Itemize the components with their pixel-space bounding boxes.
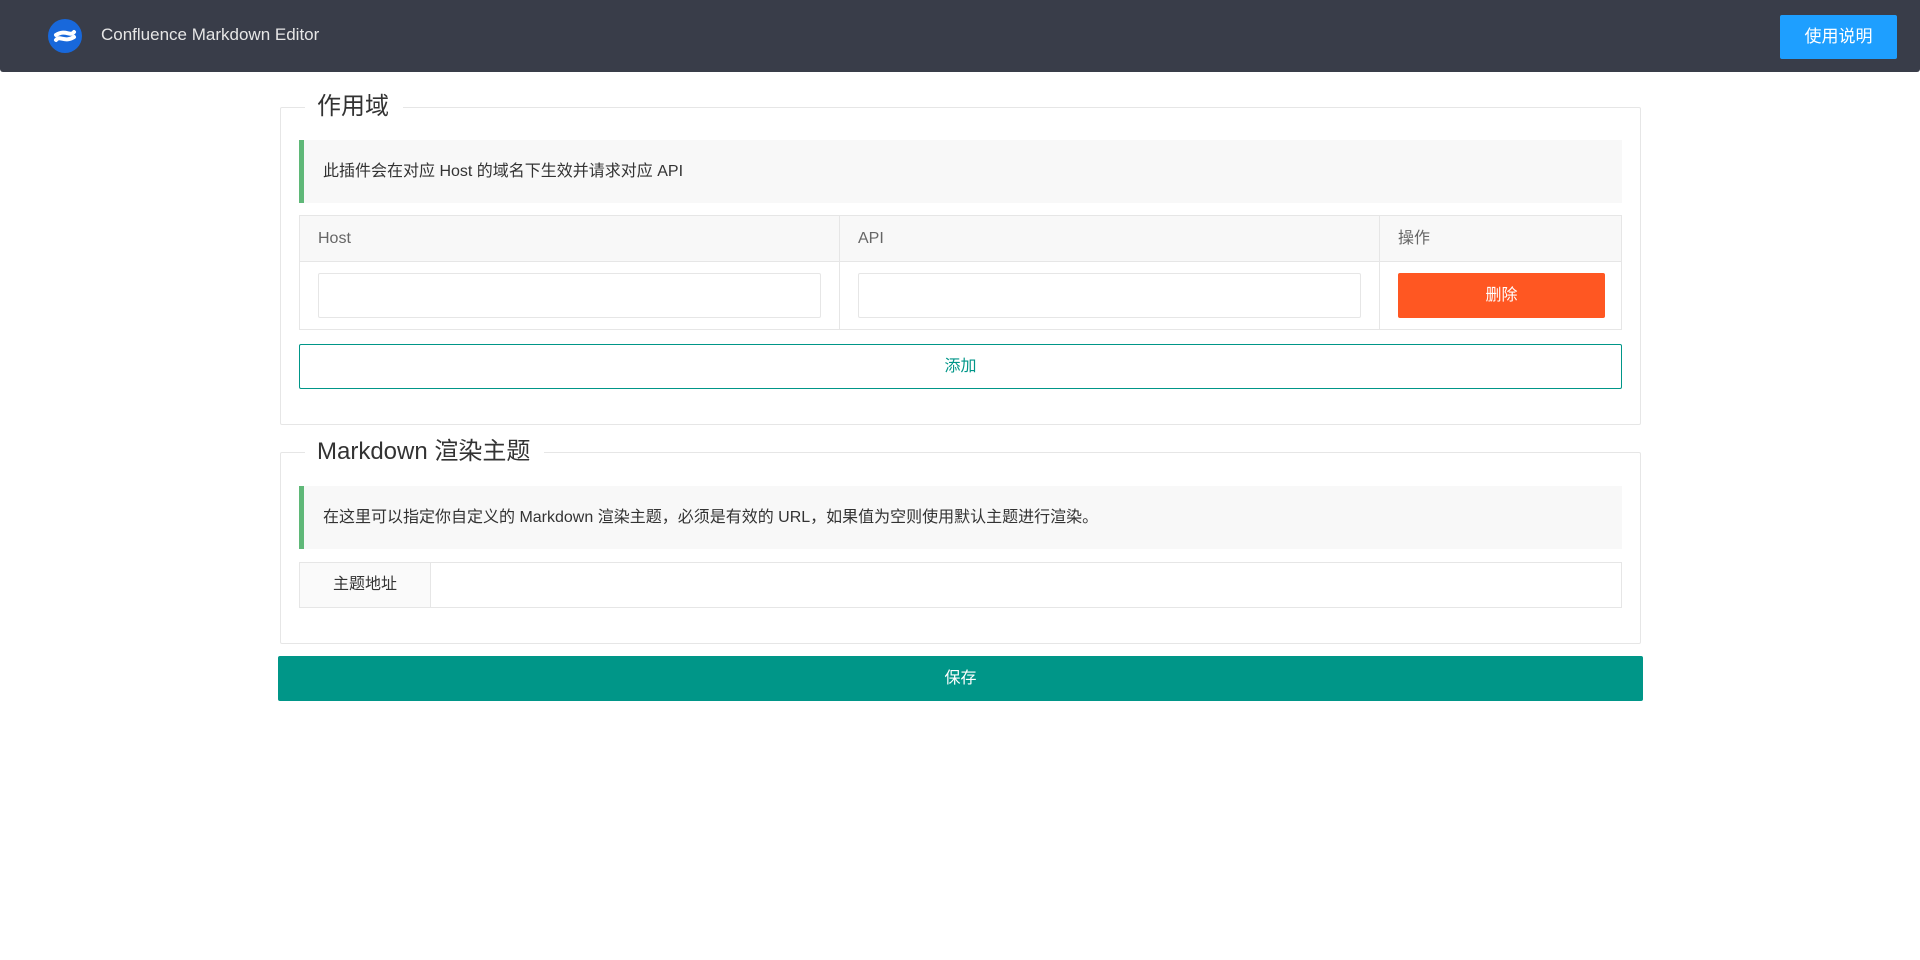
api-input[interactable]: [858, 273, 1361, 318]
app-title: Confluence Markdown Editor: [101, 25, 320, 44]
column-header-api: API: [840, 216, 1380, 261]
api-cell: [840, 262, 1380, 329]
actions-cell: 删除: [1380, 262, 1621, 329]
save-button[interactable]: 保存: [278, 656, 1643, 701]
help-button[interactable]: 使用说明: [1780, 15, 1897, 59]
host-input[interactable]: [318, 273, 821, 318]
top-navbar: Confluence Markdown Editor 使用说明: [0, 0, 1920, 72]
scope-hint: 此插件会在对应 Host 的域名下生效并请求对应 API: [299, 140, 1622, 203]
theme-section-title: Markdown 渲染主题: [305, 436, 545, 468]
column-header-host: Host: [300, 216, 840, 261]
host-cell: [300, 262, 840, 329]
scope-section: 作用域 此插件会在对应 Host 的域名下生效并请求对应 API Host AP…: [280, 91, 1641, 425]
delete-row-button[interactable]: 删除: [1398, 273, 1605, 318]
add-row-button[interactable]: 添加: [299, 344, 1622, 389]
scope-section-title: 作用域: [305, 91, 403, 123]
theme-url-row: 主题地址: [299, 562, 1622, 608]
theme-url-label: 主题地址: [300, 563, 431, 607]
table-header: Host API 操作: [300, 216, 1621, 262]
table-row: 删除: [300, 262, 1621, 329]
theme-hint: 在这里可以指定你自定义的 Markdown 渲染主题，必须是有效的 URL，如果…: [299, 486, 1622, 549]
host-api-table: Host API 操作 删除: [299, 215, 1622, 330]
confluence-logo-icon: [48, 19, 82, 53]
theme-url-input[interactable]: [431, 563, 1621, 607]
column-header-actions: 操作: [1398, 230, 1431, 247]
theme-section: Markdown 渲染主题 在这里可以指定你自定义的 Markdown 渲染主题…: [280, 436, 1641, 644]
